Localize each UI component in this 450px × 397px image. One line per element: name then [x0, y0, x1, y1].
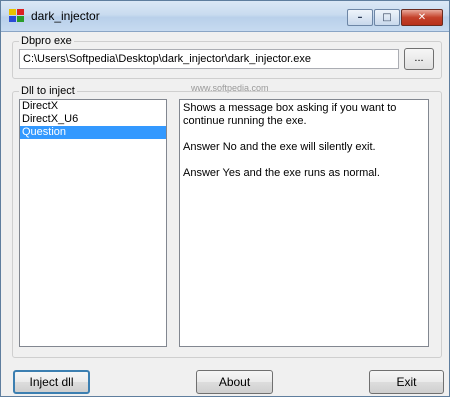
browse-button[interactable]: ...	[404, 48, 434, 70]
list-item-question[interactable]: Question	[20, 126, 166, 139]
minimize-button[interactable]: –	[347, 9, 373, 26]
about-button[interactable]: About	[196, 370, 273, 394]
app-window: dark_injector – □ ✕ Dbpro exe C:\Users\S…	[0, 0, 450, 397]
exit-button[interactable]: Exit	[369, 370, 444, 394]
dll-group-label: Dll to inject	[19, 85, 77, 97]
description-line: Shows a message box asking if you want t…	[183, 102, 397, 127]
list-item-directx[interactable]: DirectX	[20, 100, 166, 113]
description-line: Answer No and the exe will silently exit…	[183, 141, 376, 153]
inject-dll-button[interactable]: Inject dll	[13, 370, 90, 394]
title-bar[interactable]: dark_injector – □ ✕	[1, 1, 449, 32]
app-icon	[9, 9, 25, 23]
close-icon: ✕	[417, 11, 427, 23]
dll-listbox[interactable]: DirectX DirectX_U6 Question	[19, 99, 167, 347]
exe-path-field[interactable]: C:\Users\Softpedia\Desktop\dark_injector…	[19, 49, 399, 69]
dbpro-group-label: Dbpro exe	[19, 35, 74, 47]
list-item-directx-u6[interactable]: DirectX_U6	[20, 113, 166, 126]
window-title: dark_injector	[31, 9, 100, 23]
maximize-button[interactable]: □	[374, 9, 400, 26]
dll-description-box[interactable]: Shows a message box asking if you want t…	[179, 99, 429, 347]
maximize-icon: □	[382, 11, 392, 23]
close-button[interactable]: ✕	[401, 9, 443, 26]
description-line: Answer Yes and the exe runs as normal.	[183, 167, 380, 179]
minimize-icon: –	[357, 11, 363, 23]
